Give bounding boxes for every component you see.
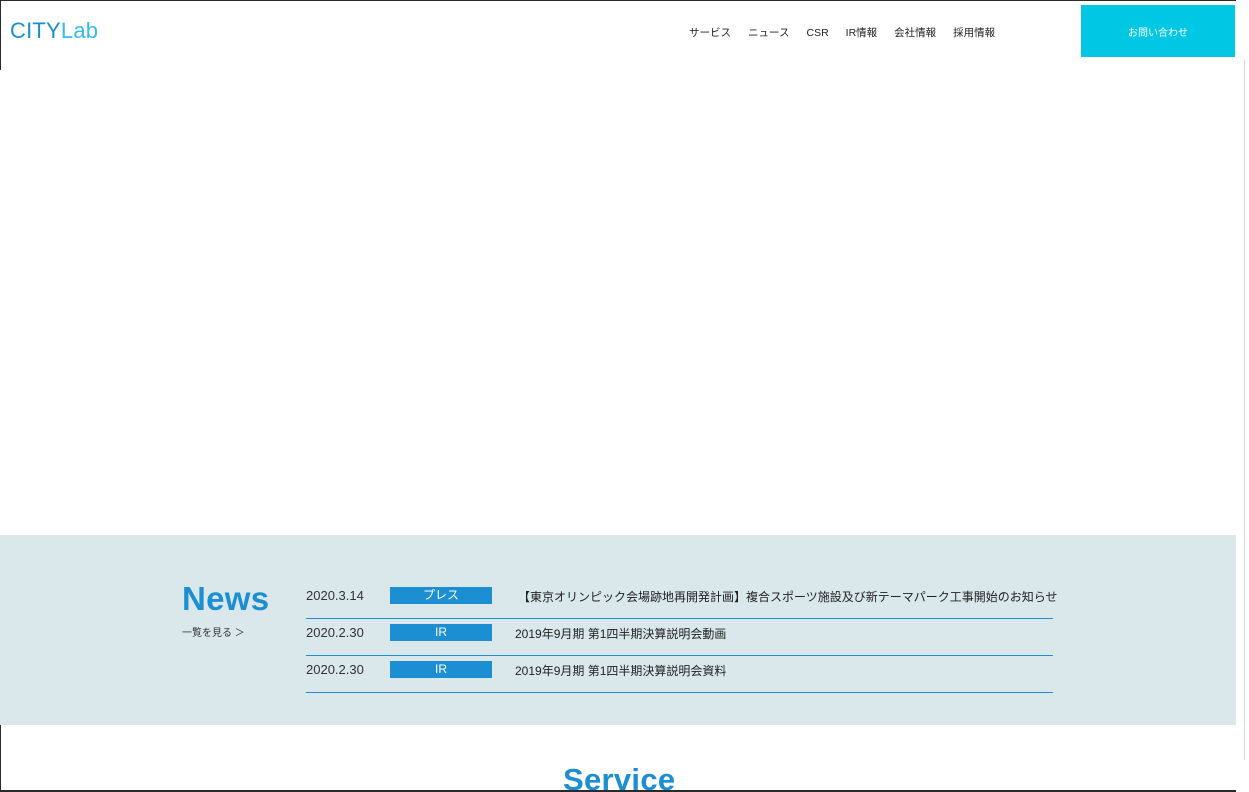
news-date: 2020.2.30: [306, 662, 364, 677]
contact-button[interactable]: お問い合わせ: [1081, 5, 1235, 57]
news-heading: News: [182, 580, 270, 617]
news-headline-link[interactable]: 2019年9月期 第1四半期決算説明会資料: [515, 663, 726, 679]
news-date: 2020.3.14: [306, 588, 364, 603]
page-right-edge: [1236, 0, 1249, 792]
nav-item-recruit[interactable]: 採用情報: [953, 26, 995, 40]
news-section: News 一覧を見る ＞ 2020.3.14 プレス 【東京オリンピック会場跡地…: [0, 535, 1236, 725]
site-header: CITYLab サービス ニュース CSR IR情報 会社情報 採用情報 お問い…: [0, 0, 1236, 70]
logo-city-text: CITY: [10, 18, 61, 43]
hero-area: [0, 70, 1236, 535]
news-view-all-link[interactable]: 一覧を見る ＞: [182, 628, 245, 640]
news-headline-link[interactable]: 【東京オリンピック会場跡地再開発計画】複合スポーツ施設及び新テーマパーク工事開始…: [518, 589, 1058, 605]
nav-item-service[interactable]: サービス: [689, 26, 731, 40]
nav-item-company[interactable]: 会社情報: [894, 26, 936, 40]
scrollbar-track[interactable]: [1244, 60, 1245, 760]
nav-item-csr[interactable]: CSR: [806, 26, 828, 40]
logo-lab-text: Lab: [60, 18, 99, 43]
news-item: 2020.2.30 IR 2019年9月期 第1四半期決算説明会資料: [306, 656, 1053, 693]
global-nav: サービス ニュース CSR IR情報 会社情報 採用情報: [689, 26, 995, 40]
site-logo[interactable]: CITYLab: [10, 17, 98, 45]
news-category-tag: IR: [390, 624, 492, 641]
news-category-tag: プレス: [390, 587, 492, 604]
news-headline-link[interactable]: 2019年9月期 第1四半期決算説明会動画: [515, 626, 726, 642]
news-category-tag: IR: [390, 661, 492, 678]
service-heading: Service: [563, 762, 676, 792]
news-item: 2020.3.14 プレス 【東京オリンピック会場跡地再開発計画】複合スポーツ施…: [306, 582, 1058, 619]
news-date: 2020.2.30: [306, 625, 364, 640]
nav-item-ir[interactable]: IR情報: [846, 26, 878, 40]
nav-item-news[interactable]: ニュース: [748, 26, 789, 40]
news-item: 2020.2.30 IR 2019年9月期 第1四半期決算説明会動画: [306, 619, 1053, 656]
news-list: 2020.3.14 プレス 【東京オリンピック会場跡地再開発計画】複合スポーツ施…: [306, 582, 1058, 693]
